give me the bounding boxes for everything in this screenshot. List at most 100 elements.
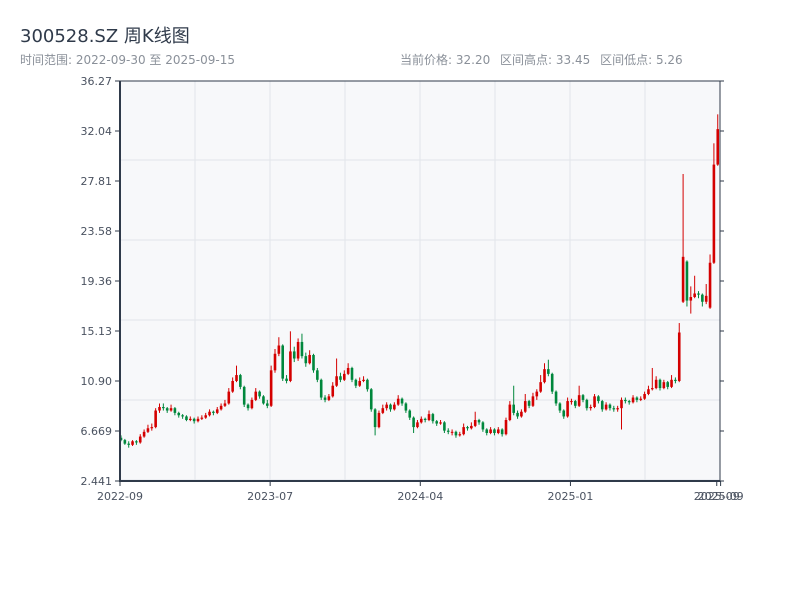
candle-body	[231, 380, 234, 392]
candle-body	[385, 404, 388, 409]
candle-body	[547, 369, 550, 374]
candle-body	[377, 412, 381, 428]
candle-body	[647, 389, 650, 394]
candle-body	[239, 375, 242, 387]
candlestick-chart: 2.441 6.669 10.90 15.13 19.36 23.58 27.81 32.04…	[81, 75, 744, 503]
candle-body	[254, 391, 258, 400]
candle-body	[593, 396, 596, 407]
candle-body	[701, 294, 704, 302]
x-tick-label: 2024-04	[397, 490, 443, 503]
candle-body	[327, 396, 331, 400]
candle-body	[612, 408, 616, 410]
x-tick-label: 2025-01	[547, 490, 593, 503]
candle-body	[651, 388, 654, 390]
candle-body	[485, 429, 489, 434]
candle-body	[354, 379, 358, 386]
candle-body	[269, 370, 273, 406]
candle-body	[173, 408, 177, 413]
candle-body	[362, 379, 365, 381]
candle-body	[716, 129, 720, 165]
candle-body	[608, 404, 612, 409]
candle-body	[373, 409, 377, 428]
candle-body	[512, 404, 515, 413]
candle-body	[670, 379, 673, 387]
candle-body	[539, 382, 542, 392]
candle-body	[477, 419, 481, 423]
candle-body	[674, 379, 677, 381]
candle-body	[423, 418, 427, 420]
candle-body	[616, 408, 619, 410]
candle-body	[627, 401, 631, 403]
candle-body	[242, 386, 246, 405]
candle-body	[127, 443, 130, 445]
candle-body	[185, 416, 188, 420]
candle-body	[481, 422, 485, 430]
candle-body	[666, 382, 669, 387]
candle-body	[712, 164, 716, 263]
candle-body	[577, 395, 581, 406]
candle-body	[562, 410, 566, 417]
candle-body	[281, 345, 284, 379]
candle-body	[246, 404, 250, 409]
candle-body	[446, 430, 450, 432]
candle-body	[223, 403, 227, 406]
candle-body	[624, 399, 627, 402]
y-tick-label: 27.81	[81, 175, 113, 188]
candle-body	[300, 341, 304, 357]
candle-body	[654, 379, 658, 389]
candle-body	[454, 431, 458, 436]
candle-body	[439, 422, 442, 424]
candle-body	[566, 401, 569, 417]
candle-body	[158, 406, 161, 411]
candle-body	[635, 397, 639, 400]
candle-body	[435, 421, 438, 424]
candle-body	[497, 429, 500, 434]
candle-body	[600, 401, 604, 410]
candle-body	[292, 351, 296, 359]
candle-body	[681, 256, 685, 302]
candle-body	[189, 418, 192, 420]
candle-body	[289, 351, 292, 381]
candle-body	[431, 414, 435, 422]
candle-body	[493, 429, 496, 434]
candle-body	[708, 262, 712, 308]
candle-body	[462, 427, 465, 435]
candle-body	[146, 428, 150, 432]
candle-body	[138, 436, 142, 443]
candle-body	[531, 396, 535, 406]
y-tick-label: 23.58	[81, 225, 113, 238]
candle-body	[150, 427, 154, 429]
candle-body	[597, 396, 600, 402]
candle-body	[570, 401, 573, 403]
candle-body	[346, 367, 350, 374]
candle-body	[181, 415, 184, 417]
candle-body	[458, 434, 462, 436]
y-tick-label: 6.669	[81, 425, 113, 438]
candle-body	[581, 395, 585, 400]
candle-body	[312, 354, 315, 371]
y-tick-label: 36.27	[81, 75, 113, 88]
candle-body	[427, 414, 431, 420]
candle-body	[443, 422, 446, 431]
candle-body	[543, 369, 546, 383]
candle-body	[574, 401, 577, 406]
candle-body	[277, 345, 281, 354]
candle-body	[489, 429, 492, 434]
candle-body	[631, 397, 635, 403]
candle-body	[339, 376, 342, 380]
candle-body	[662, 382, 666, 389]
candle-body	[420, 418, 423, 423]
candle-body	[589, 406, 592, 409]
candle-body	[393, 404, 396, 410]
candle-body	[450, 431, 454, 433]
candle-body	[643, 393, 646, 399]
candle-body	[508, 404, 512, 420]
x-tick-label: 2022-09	[97, 490, 143, 503]
candle-body	[350, 367, 354, 380]
candle-body	[262, 396, 265, 404]
candle-body	[266, 403, 269, 406]
candle-body	[400, 398, 404, 404]
candle-body	[404, 403, 408, 411]
candle-body	[535, 391, 539, 397]
candle-body	[285, 378, 288, 381]
